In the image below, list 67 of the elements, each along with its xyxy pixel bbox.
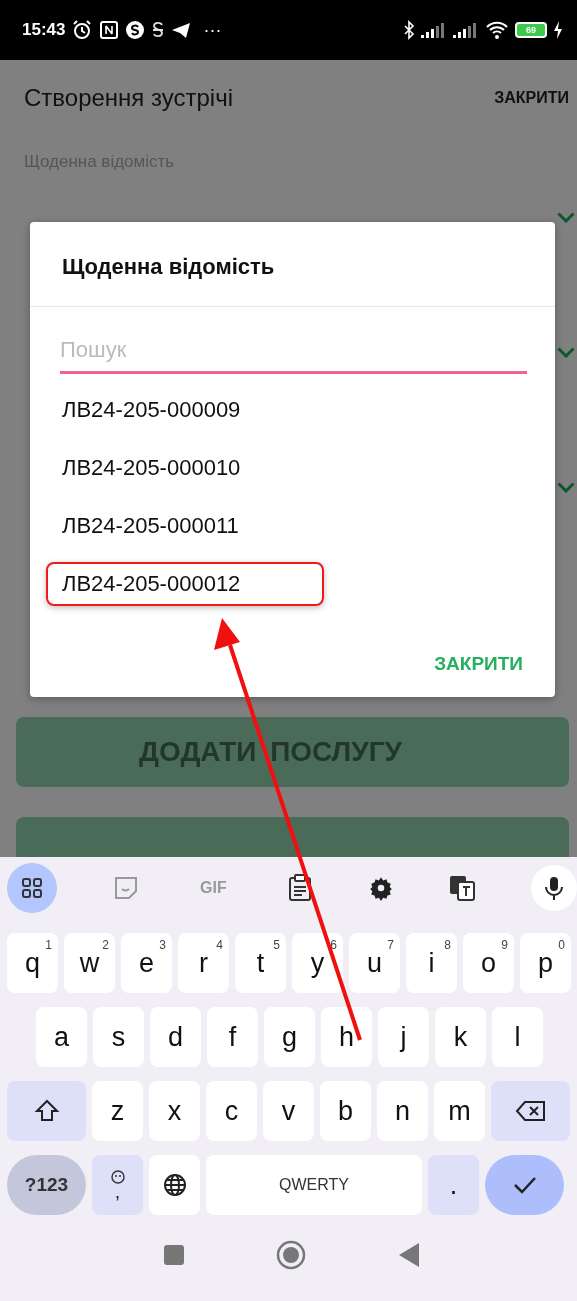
backspace-icon (514, 1099, 547, 1123)
dialog-title: Щоденна відомість (30, 222, 555, 307)
list-item[interactable]: ЛВ24-205-000009 (46, 388, 324, 432)
list-item[interactable]: ЛВ24-205-000012 (46, 562, 324, 606)
close-button[interactable]: ЗАКРИТИ (490, 85, 573, 111)
key[interactable]: u $^{7}$ (349, 933, 400, 993)
chevron-down-icon (557, 212, 575, 223)
key[interactable]: n (377, 1081, 428, 1141)
key[interactable]: f (207, 1007, 258, 1067)
key[interactable]: z (92, 1081, 143, 1141)
key[interactable]: a (36, 1007, 87, 1067)
key[interactable]: y $^{6}$ (292, 933, 343, 993)
period-key[interactable]: . (428, 1155, 479, 1215)
key[interactable]: g (264, 1007, 315, 1067)
key[interactable]: b (320, 1081, 371, 1141)
translate-icon[interactable] (448, 874, 477, 902)
emoji-key[interactable]: , (92, 1155, 143, 1215)
recents-icon[interactable] (162, 1244, 185, 1266)
apps-grid-icon[interactable] (7, 863, 57, 913)
list-item[interactable]: ЛВ24-205-000011 (46, 504, 324, 548)
more-notifications: ··· (203, 19, 222, 41)
home-icon[interactable] (276, 1240, 306, 1270)
charging-bolt-icon (553, 21, 563, 39)
signal-icon (453, 22, 479, 38)
screen-title: Створення зустрічі (24, 84, 233, 112)
key[interactable]: j (378, 1007, 429, 1067)
shift-key[interactable] (7, 1081, 86, 1141)
clipboard-icon[interactable] (287, 874, 314, 902)
key[interactable]: o $^{9}$ (463, 933, 514, 993)
space-key[interactable]: QWERTY (206, 1155, 422, 1215)
status-time: 15:43 (22, 20, 66, 40)
key[interactable]: c (206, 1081, 257, 1141)
key[interactable]: i $^{8}$ (406, 933, 457, 993)
language-key[interactable] (149, 1155, 200, 1215)
key[interactable]: e $^{3}$ (121, 933, 172, 993)
checkmark-icon (511, 1175, 538, 1195)
battery-indicator: 69 (515, 22, 547, 38)
key[interactable]: t $^{5}$ (235, 933, 286, 993)
signal-icon (421, 22, 447, 38)
back-icon[interactable] (397, 1242, 422, 1268)
key[interactable]: m (434, 1081, 485, 1141)
wifi-icon (485, 20, 509, 40)
key[interactable]: p $^{0}$ (520, 933, 571, 993)
key[interactable]: h (321, 1007, 372, 1067)
key[interactable]: v (263, 1081, 314, 1141)
s-outline-icon (151, 20, 166, 40)
paper-plane-icon (171, 20, 192, 40)
key[interactable]: d (150, 1007, 201, 1067)
arrow-up-icon (33, 1098, 60, 1124)
key[interactable]: r $^{4}$ (178, 933, 229, 993)
nfc-icon (99, 20, 120, 40)
s-circle-icon (125, 20, 146, 40)
globe-icon (161, 1172, 188, 1198)
bluetooth-icon (403, 20, 415, 40)
key[interactable]: x (149, 1081, 200, 1141)
key[interactable]: s (93, 1007, 144, 1067)
smiley-icon (110, 1170, 125, 1184)
list-item[interactable]: ЛВ24-205-000010 (46, 446, 324, 490)
microphone-icon[interactable] (530, 865, 577, 911)
key[interactable]: k (435, 1007, 486, 1067)
backspace-key[interactable] (491, 1081, 570, 1141)
key[interactable]: q $^{1}$ (7, 933, 58, 993)
symbols-key[interactable]: ?123 (7, 1155, 86, 1215)
key[interactable]: w $^{2}$ (64, 933, 115, 993)
key[interactable]: l (492, 1007, 543, 1067)
chevron-down-icon (557, 347, 575, 358)
chevron-down-icon (557, 482, 575, 493)
